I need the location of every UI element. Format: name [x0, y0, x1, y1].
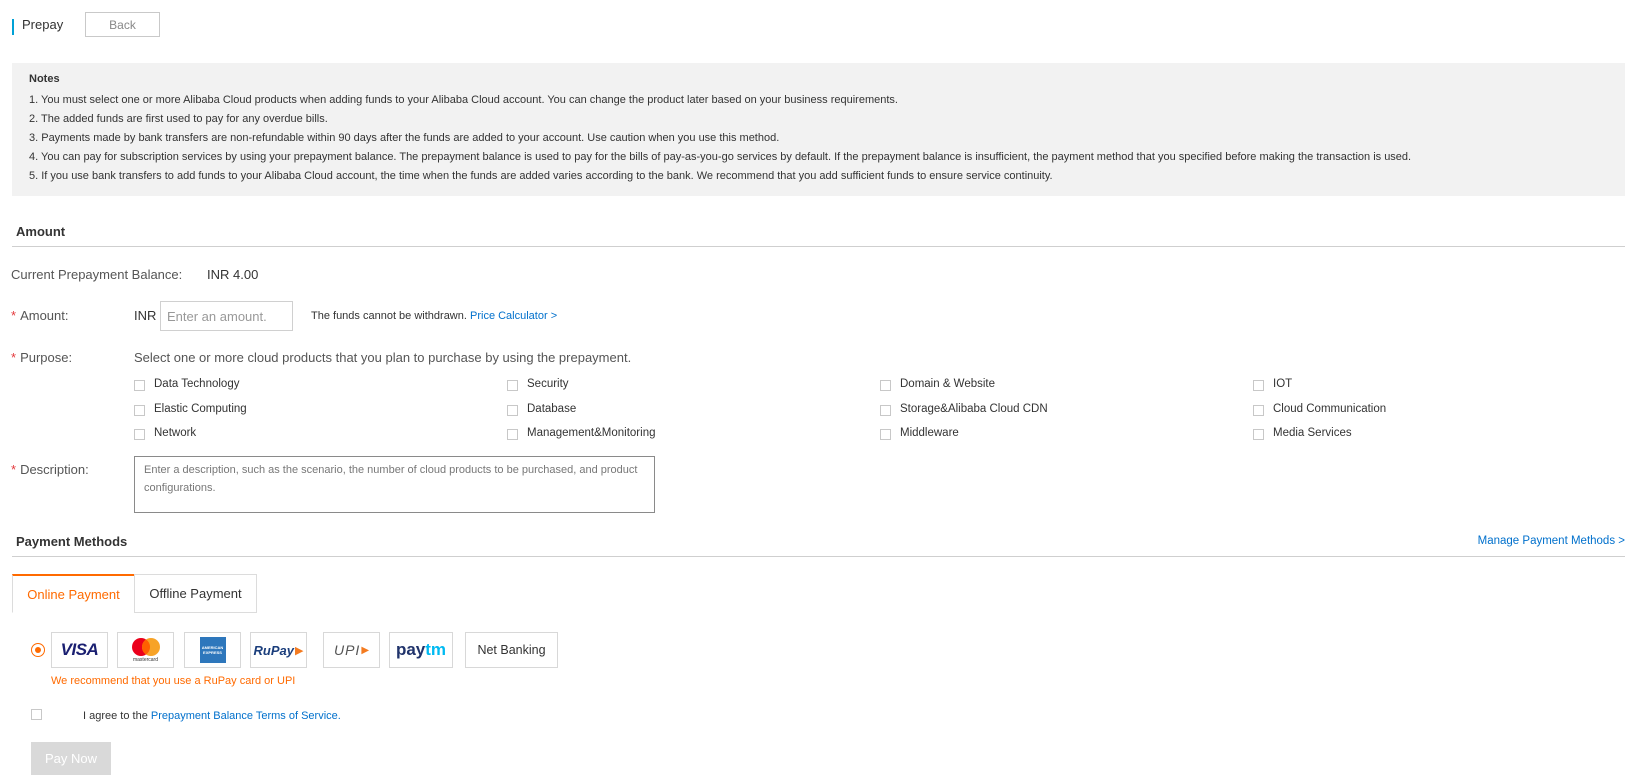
rupay-logo: RuPay	[253, 642, 294, 658]
recommend-text: We recommend that you use a RuPay card o…	[51, 675, 296, 687]
amount-input[interactable]	[160, 301, 293, 331]
amount-section-title: Amount	[16, 224, 66, 239]
price-calculator-link[interactable]: Price Calculator >	[470, 310, 557, 322]
amex-logo: AMERICAN EXPRESS	[199, 637, 226, 663]
upi-arrow-icon: ▶	[361, 644, 370, 656]
payment-section-divider	[12, 556, 1625, 557]
manage-payment-methods-link[interactable]: Manage Payment Methods >	[1478, 535, 1625, 547]
balance-value: INR 4.00	[207, 267, 259, 282]
description-label-row: * Description:	[11, 462, 89, 477]
purpose-option-label: Management&Monitoring	[527, 427, 656, 439]
amex-logo-bottom: EXPRESS	[203, 650, 222, 655]
header-accent-bar	[12, 19, 14, 35]
purpose-label-row: * Purpose:	[11, 350, 72, 365]
paytm-logo-pay: pay	[395, 640, 426, 659]
online-payment-radio[interactable]	[31, 643, 45, 657]
page-title: Prepay	[22, 17, 64, 32]
purpose-checkbox[interactable]	[134, 429, 145, 440]
purpose-checkbox[interactable]	[880, 380, 891, 391]
purpose-option-label: Elastic Computing	[154, 403, 247, 415]
terms-of-service-link[interactable]: Prepayment Balance Terms of Service.	[151, 710, 341, 722]
paytm-option[interactable]: pay tm	[389, 632, 453, 668]
required-mark: *	[11, 308, 17, 323]
purpose-checkbox[interactable]	[880, 429, 891, 440]
mastercard-wordmark: mastercard	[132, 657, 158, 663]
mastercard-option[interactable]: mastercard	[117, 632, 174, 668]
back-button[interactable]: Back	[85, 12, 160, 37]
payment-section-title: Payment Methods	[16, 534, 128, 549]
description-input[interactable]	[134, 456, 655, 513]
purpose-checkbox[interactable]	[1253, 380, 1264, 391]
purpose-option-label: Cloud Communication	[1273, 403, 1387, 415]
mastercard-circles-icon	[131, 638, 160, 656]
required-mark: *	[11, 350, 17, 365]
visa-card-option[interactable]: VISA	[51, 632, 108, 668]
purpose-option-label: Network	[154, 427, 197, 439]
purpose-hint: Select one or more cloud products that y…	[134, 350, 632, 365]
notes-item: 1. You must select one or more Alibaba C…	[29, 94, 898, 106]
notes-item: 2. The added funds are first used to pay…	[29, 113, 328, 125]
purpose-option-label: Domain & Website	[900, 378, 996, 390]
required-mark: *	[11, 462, 17, 477]
purpose-label: Purpose:	[20, 350, 73, 365]
notes-panel: Notes 1. You must select one or more Ali…	[12, 63, 1625, 196]
rupay-arrow-icon: ▶	[295, 644, 304, 657]
description-label: Description:	[20, 462, 89, 477]
pay-now-button[interactable]: Pay Now	[31, 742, 111, 775]
upi-logo: UPI	[333, 642, 361, 658]
purpose-option-label: Media Services	[1273, 427, 1352, 439]
purpose-checkbox[interactable]	[507, 380, 518, 391]
paytm-logo-tm: tm	[425, 640, 447, 659]
notes-item: 4. You can pay for subscription services…	[29, 151, 1412, 163]
notes-title: Notes	[29, 73, 60, 85]
notes-item: 3. Payments made by bank transfers are n…	[29, 132, 780, 144]
tab-online-payment[interactable]: Online Payment	[12, 574, 135, 613]
radio-dot	[35, 647, 41, 653]
amount-label: Amount:	[20, 308, 69, 323]
purpose-option-label: Middleware	[900, 427, 959, 439]
purpose-option-label: Storage&Alibaba Cloud CDN	[900, 403, 1048, 415]
withdraw-note-row: The funds cannot be withdrawn. Price Cal…	[311, 310, 557, 322]
purpose-checkbox[interactable]	[1253, 405, 1264, 416]
visa-logo: VISA	[60, 640, 99, 659]
purpose-option-label: Security	[527, 378, 569, 390]
amex-card-option[interactable]: AMERICAN EXPRESS	[184, 632, 241, 668]
purpose-checkbox[interactable]	[134, 380, 145, 391]
purpose-checkbox[interactable]	[507, 405, 518, 416]
agree-terms-row: I agree to the Prepayment Balance Terms …	[83, 710, 341, 722]
currency-label: INR	[134, 308, 157, 323]
purpose-option-label: Data Technology	[154, 378, 240, 390]
purpose-checkbox[interactable]	[134, 405, 145, 416]
purpose-checkbox[interactable]	[880, 405, 891, 416]
amount-section-divider	[12, 246, 1625, 247]
tab-offline-payment[interactable]: Offline Payment	[134, 574, 257, 613]
net-banking-option[interactable]: Net Banking	[465, 632, 558, 668]
upi-option[interactable]: UPI ▶	[323, 632, 380, 668]
agree-prefix: I agree to the	[83, 710, 148, 722]
agree-terms-checkbox[interactable]	[31, 709, 42, 720]
amount-label-row: * Amount:	[11, 308, 68, 323]
notes-item: 5. If you use bank transfers to add fund…	[29, 170, 1053, 182]
balance-label: Current Prepayment Balance:	[11, 267, 183, 282]
withdraw-note: The funds cannot be withdrawn.	[311, 310, 467, 322]
purpose-option-label: IOT	[1273, 378, 1293, 390]
purpose-checkbox[interactable]	[1253, 429, 1264, 440]
purpose-option-label: Database	[527, 403, 577, 415]
purpose-checkbox[interactable]	[507, 429, 518, 440]
rupay-card-option[interactable]: RuPay ▶	[250, 632, 307, 668]
